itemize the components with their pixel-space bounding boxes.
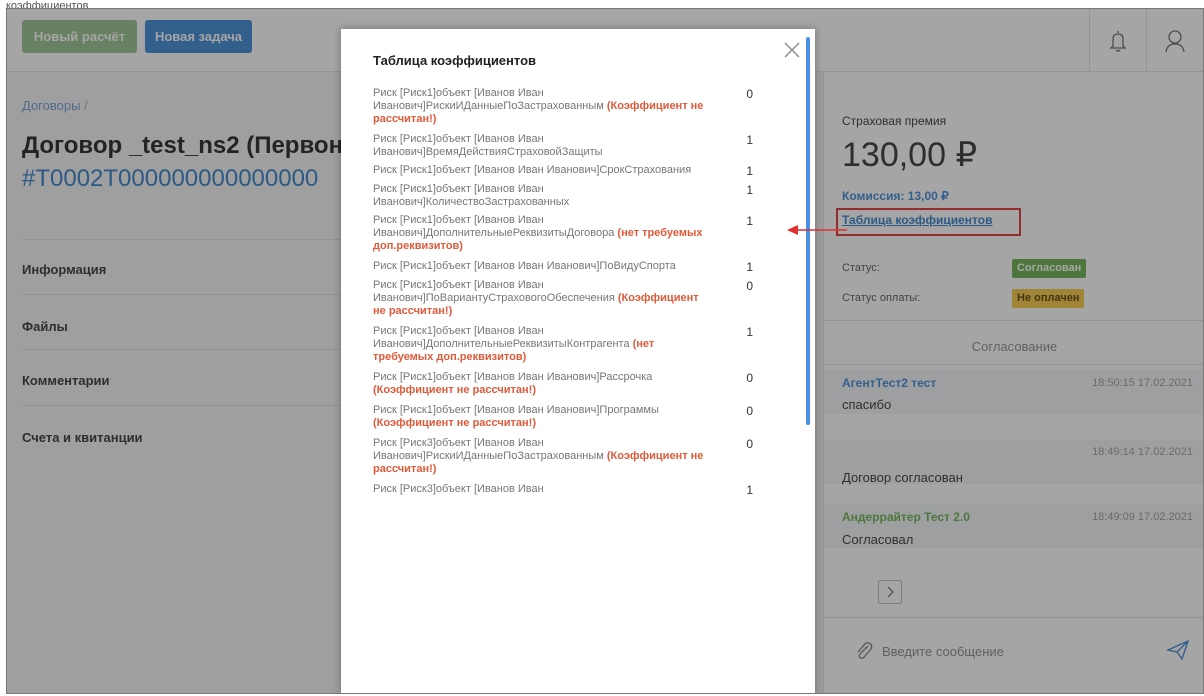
coefficient-label: Риск [Риск1]объект [Иванов Иван Иванович… <box>373 279 615 304</box>
coefficient-label: Риск [Риск1]объект [Иванов Иван Иванович… <box>373 183 570 208</box>
coefficient-row: Риск [Риск1]объект [Иванов Иван Иванович… <box>373 133 763 159</box>
coefficient-row: Риск [Риск1]объект [Иванов Иван Иванович… <box>373 325 763 364</box>
coefficient-value: 1 <box>746 183 753 197</box>
coefficient-value: 0 <box>746 87 753 101</box>
coefficient-row: Риск [Риск1]объект [Иванов Иван Иванович… <box>373 87 763 126</box>
coefficient-name: Риск [Риск1]объект [Иванов Иван Иванович… <box>373 260 713 273</box>
coefficient-row: Риск [Риск1]объект [Иванов Иван Иванович… <box>373 260 763 274</box>
coefficient-value: 0 <box>746 404 753 418</box>
coefficient-value: 0 <box>746 437 753 451</box>
coefficients-list: Риск [Риск1]объект [Иванов Иван Иванович… <box>373 87 763 497</box>
coefficient-label: Риск [Риск1]объект [Иванов Иван Иванович… <box>373 164 692 176</box>
coefficient-name: Риск [Риск1]объект [Иванов Иван Иванович… <box>373 371 713 397</box>
coefficient-label: Риск [Риск1]объект [Иванов Иван Иванович… <box>373 325 630 350</box>
coefficients-modal: Таблица коэффициентов Риск [Риск1]объект… <box>341 29 815 693</box>
coefficient-row: Риск [Риск3]объект [Иванов Иван Иванович… <box>373 437 763 476</box>
coefficient-label: Риск [Риск3]объект [Иванов Иван <box>373 483 544 495</box>
coefficient-note: (Коэффициент не рассчитан!) <box>373 417 536 429</box>
coefficient-value: 1 <box>746 133 753 147</box>
coefficient-label: Риск [Риск3]объект [Иванов Иван Иванович… <box>373 437 604 462</box>
coefficient-name: Риск [Риск1]объект [Иванов Иван Иванович… <box>373 164 713 177</box>
coefficient-row: Риск [Риск1]объект [Иванов Иван Иванович… <box>373 183 763 209</box>
coefficient-value: 1 <box>746 325 753 339</box>
coefficient-row: Риск [Риск1]объект [Иванов Иван Иванович… <box>373 164 763 178</box>
coefficient-label: Риск [Риск1]объект [Иванов Иван Иванович… <box>373 371 653 383</box>
coefficient-name: Риск [Риск1]объект [Иванов Иван Иванович… <box>373 279 713 318</box>
coefficient-label: Риск [Риск1]объект [Иванов Иван Иванович… <box>373 404 659 416</box>
close-icon[interactable] <box>783 41 801 59</box>
coefficient-name: Риск [Риск3]объект [Иванов Иван Иванович… <box>373 437 713 476</box>
coefficient-value: 1 <box>746 164 753 178</box>
coefficient-name: Риск [Риск1]объект [Иванов Иван Иванович… <box>373 214 713 253</box>
coefficient-value: 1 <box>746 214 753 228</box>
arrow-annotation <box>787 225 847 235</box>
coefficient-row: Риск [Риск1]объект [Иванов Иван Иванович… <box>373 214 763 253</box>
coefficient-row: Риск [Риск1]объект [Иванов Иван Иванович… <box>373 279 763 318</box>
coefficient-name: Риск [Риск1]объект [Иванов Иван Иванович… <box>373 183 713 209</box>
coefficient-label: Риск [Риск1]объект [Иванов Иван Иванович… <box>373 87 604 112</box>
coefficient-name: Риск [Риск3]объект [Иванов Иван <box>373 483 713 496</box>
modal-title: Таблица коэффициентов <box>373 53 537 68</box>
coefficient-value: 0 <box>746 371 753 385</box>
coefficient-value: 0 <box>746 279 753 293</box>
app-window: Новый расчёт Новая задача Договоры / Дог… <box>6 8 1204 694</box>
coefficient-label: Риск [Риск1]объект [Иванов Иван Иванович… <box>373 260 676 272</box>
coefficient-note: (Коэффициент не рассчитан!) <box>373 384 536 396</box>
coefficient-row: Риск [Риск1]объект [Иванов Иван Иванович… <box>373 371 763 397</box>
coefficient-value: 1 <box>746 483 753 497</box>
coefficient-label: Риск [Риск1]объект [Иванов Иван Иванович… <box>373 214 615 239</box>
coefficient-name: Риск [Риск1]объект [Иванов Иван Иванович… <box>373 404 713 430</box>
coefficient-label: Риск [Риск1]объект [Иванов Иван Иванович… <box>373 133 603 158</box>
coefficient-row: Риск [Риск3]объект [Иванов Иван 1 <box>373 483 763 497</box>
coefficient-name: Риск [Риск1]объект [Иванов Иван Иванович… <box>373 87 713 126</box>
coefficient-row: Риск [Риск1]объект [Иванов Иван Иванович… <box>373 404 763 430</box>
coefficient-name: Риск [Риск1]объект [Иванов Иван Иванович… <box>373 133 713 159</box>
coefficient-value: 1 <box>746 260 753 274</box>
coefficient-name: Риск [Риск1]объект [Иванов Иван Иванович… <box>373 325 713 364</box>
